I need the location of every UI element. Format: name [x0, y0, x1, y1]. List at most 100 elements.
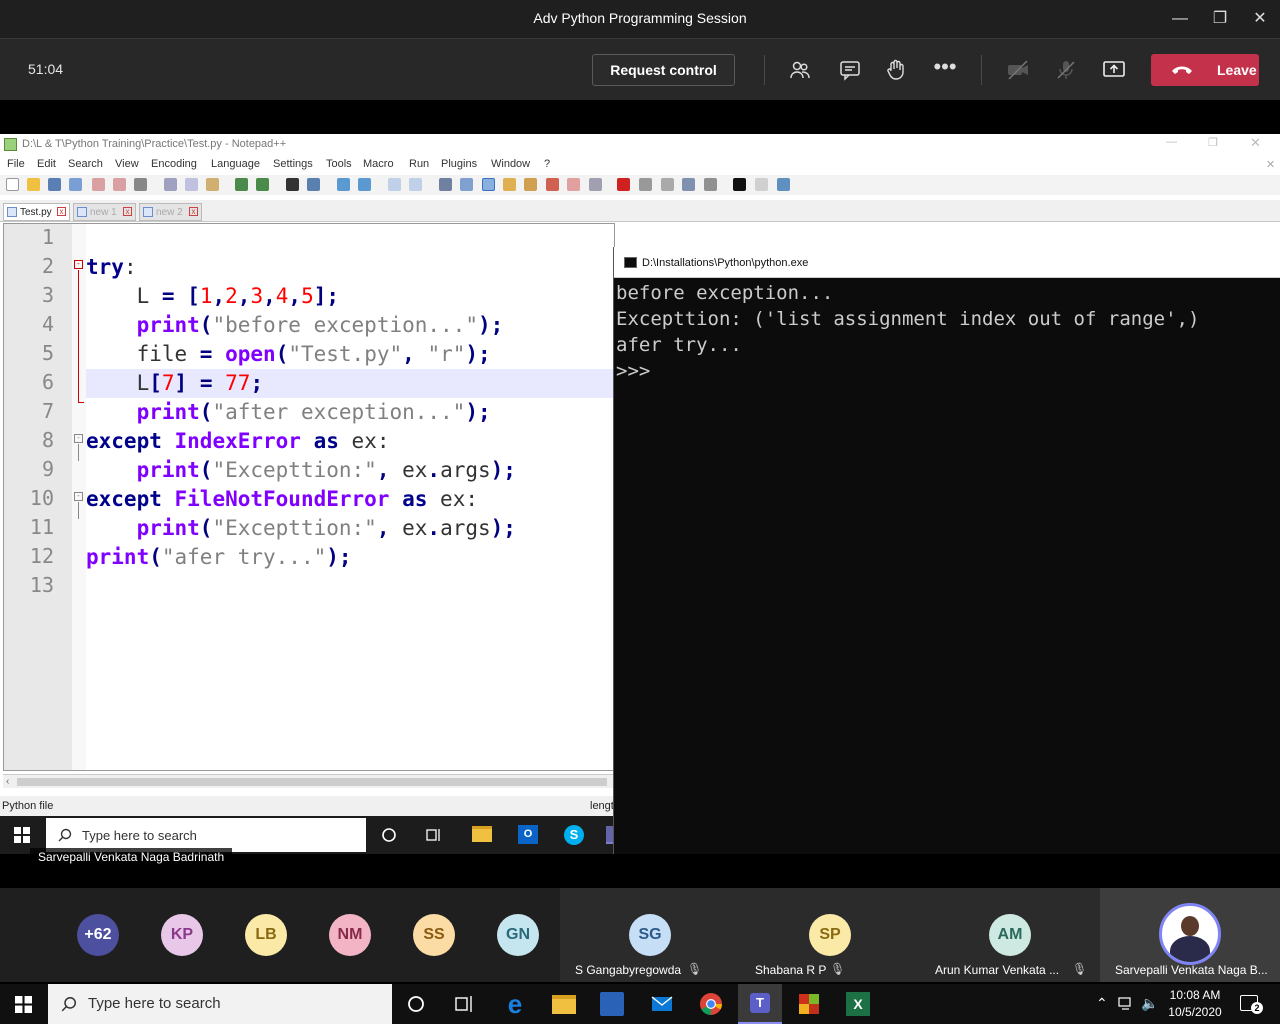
scrollbar-thumb[interactable] — [17, 778, 607, 786]
code-editor[interactable]: 1 2 3 4 5 6 7 8 9 10 11 12 13 - - - try: — [3, 223, 615, 771]
windows-start-icon[interactable] — [15, 996, 32, 1013]
stop-macro-icon[interactable] — [639, 178, 652, 191]
menu-plugins[interactable]: Plugins — [441, 158, 477, 170]
file-explorer-icon[interactable] — [552, 995, 576, 1014]
menu-run[interactable]: Run — [409, 158, 429, 170]
microsoft-store-icon[interactable] — [600, 992, 624, 1016]
sync-vertical-icon[interactable] — [388, 178, 401, 191]
participant-tile[interactable]: SP Shabana R P 🎙 — [740, 888, 920, 982]
task-view-icon[interactable] — [426, 827, 442, 843]
overflow-participants-count[interactable]: +62 — [77, 914, 119, 956]
folder-workspace-icon[interactable] — [567, 178, 580, 191]
tab-close-icon[interactable]: x — [123, 207, 132, 216]
plugin-compare-icon[interactable] — [777, 178, 790, 191]
network-icon[interactable] — [1118, 997, 1134, 1011]
find-icon[interactable] — [286, 178, 299, 191]
menu-language[interactable]: Language — [211, 158, 260, 170]
save-icon[interactable] — [48, 178, 61, 191]
participant-tile-speaking[interactable]: Sarvepalli Venkata Naga B... — [1100, 888, 1280, 982]
tab-close-icon[interactable]: x — [189, 207, 198, 216]
participants-icon[interactable] — [788, 58, 812, 82]
excel-icon[interactable]: X — [846, 992, 870, 1016]
new-file-icon[interactable] — [6, 178, 19, 191]
participant-avatar[interactable]: GN — [497, 914, 539, 956]
menu-window[interactable]: Window — [491, 158, 530, 170]
menu-tools[interactable]: Tools — [326, 158, 352, 170]
paste-icon[interactable] — [206, 178, 219, 191]
record-macro-icon[interactable] — [617, 178, 630, 191]
scroll-left-icon[interactable]: ‹ — [6, 776, 9, 787]
tab-test-py[interactable]: Test.py x — [3, 203, 70, 221]
word-wrap-icon[interactable] — [439, 178, 452, 191]
menu-file[interactable]: File — [7, 158, 25, 170]
camera-off-icon[interactable] — [1006, 58, 1030, 82]
save-macro-icon[interactable] — [704, 178, 717, 191]
monitoring-icon[interactable] — [589, 178, 602, 191]
menu-view[interactable]: View — [115, 158, 139, 170]
windows-start-icon[interactable] — [14, 827, 30, 843]
task-view-icon[interactable] — [452, 992, 476, 1016]
tab-new-2[interactable]: new 2 x — [139, 203, 202, 221]
run-macro-multiple-icon[interactable] — [682, 178, 695, 191]
notepad-minimize-icon[interactable]: — — [1166, 136, 1177, 148]
fold-toggle-icon[interactable]: - — [74, 434, 83, 443]
python-console-window[interactable]: D:\Installations\Python\python.exe befor… — [613, 247, 1280, 854]
taskbar-clock[interactable]: 10:08 AM 10/5/2020 — [1162, 987, 1228, 1021]
menu-search[interactable]: Search — [68, 158, 103, 170]
menu-encoding[interactable]: Encoding — [151, 158, 197, 170]
file-explorer-icon[interactable] — [472, 826, 492, 842]
print-icon[interactable] — [134, 178, 147, 191]
share-screen-icon[interactable] — [1102, 58, 1126, 82]
participant-avatar[interactable]: LB — [245, 914, 287, 956]
redo-icon[interactable] — [256, 178, 269, 191]
zoom-out-icon[interactable] — [358, 178, 371, 191]
maximize-icon[interactable]: ❐ — [1210, 9, 1230, 29]
document-map-icon[interactable] — [524, 178, 537, 191]
undo-icon[interactable] — [235, 178, 248, 191]
cortana-icon[interactable] — [381, 827, 397, 843]
menu-macro[interactable]: Macro — [363, 158, 394, 170]
show-all-characters-icon[interactable] — [460, 178, 473, 191]
cut-icon[interactable] — [164, 178, 177, 191]
function-list-icon[interactable] — [546, 178, 559, 191]
copy-icon[interactable] — [185, 178, 198, 191]
teams-taskbar-active[interactable]: T — [738, 984, 782, 1024]
close-file-icon[interactable] — [92, 178, 105, 191]
participant-tile[interactable]: AM Arun Kumar Venkata ... 🎙 — [920, 888, 1100, 982]
outlook-icon[interactable]: O — [518, 825, 538, 844]
plugin-j-icon[interactable] — [733, 178, 746, 191]
more-options-icon[interactable]: ••• — [933, 56, 957, 82]
leave-button[interactable]: Leave — [1151, 54, 1259, 86]
fold-toggle-icon[interactable]: - — [74, 492, 83, 501]
notepad-close-icon[interactable]: ✕ — [1250, 135, 1261, 151]
participant-avatar[interactable]: KP — [161, 914, 203, 956]
close-icon[interactable]: ✕ — [1250, 9, 1270, 29]
sync-horizontal-icon[interactable] — [409, 178, 422, 191]
participant-avatar[interactable]: NM — [329, 914, 371, 956]
mail-icon[interactable] — [650, 992, 674, 1016]
show-hidden-icons-chevron-icon[interactable]: ⌃ — [1096, 995, 1108, 1012]
save-all-icon[interactable] — [69, 178, 82, 191]
fold-toggle-icon[interactable]: - — [74, 260, 83, 269]
action-center-icon[interactable]: 2 — [1240, 995, 1263, 1014]
define-language-icon[interactable] — [503, 178, 516, 191]
request-control-button[interactable]: Request control — [592, 54, 735, 86]
skype-icon[interactable]: S — [564, 825, 584, 845]
plugin-panel-icon[interactable] — [755, 178, 768, 191]
horizontal-scrollbar[interactable]: ‹ — [3, 774, 615, 788]
colorful-app-icon[interactable] — [797, 992, 821, 1016]
zoom-in-icon[interactable] — [337, 178, 350, 191]
taskbar-search-box[interactable]: Type here to search — [48, 984, 392, 1024]
tab-close-icon[interactable]: x — [57, 207, 66, 216]
menu-help[interactable]: ? — [544, 158, 550, 170]
close-all-icon[interactable] — [113, 178, 126, 191]
shared-search-box[interactable]: Type here to search — [46, 818, 366, 852]
chrome-icon[interactable] — [699, 992, 723, 1016]
tab-new-1[interactable]: new 1 x — [73, 203, 136, 221]
microphone-off-icon[interactable] — [1054, 58, 1078, 82]
chat-icon[interactable] — [838, 58, 862, 82]
replace-icon[interactable] — [307, 178, 320, 191]
open-file-icon[interactable] — [27, 178, 40, 191]
minimize-icon[interactable]: — — [1170, 9, 1190, 29]
participant-tile[interactable]: SG S Gangabyregowda 🎙 — [560, 888, 740, 982]
